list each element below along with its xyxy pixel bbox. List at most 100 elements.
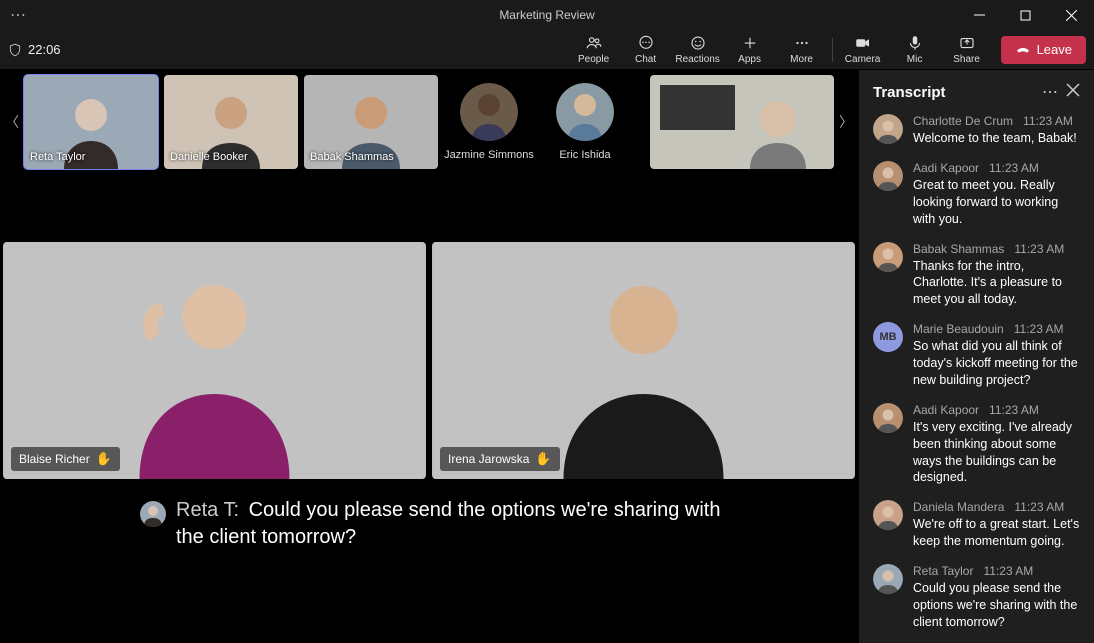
speaker-name: Daniela Mandera (913, 500, 1004, 514)
maximize-button[interactable] (1002, 0, 1048, 30)
timestamp: 11:23 AM (1014, 500, 1064, 514)
chat-icon (637, 34, 655, 52)
window-controls (956, 0, 1094, 30)
raised-hand-icon: ✋ (535, 451, 551, 467)
speaker-name: Aadi Kapoor (913, 161, 979, 175)
caption-text: Could you please send the options we're … (176, 499, 720, 548)
video-stage: 〈 Reta Taylor Danielle Booker Babak Sham… (0, 70, 858, 643)
timestamp: 11:23 AM (1023, 114, 1073, 128)
meeting-timer: 22:06 (8, 42, 61, 57)
roster-prev[interactable]: 〈 (3, 112, 21, 132)
timestamp: 11:23 AM (989, 403, 1039, 417)
avatar (873, 161, 903, 191)
share-button[interactable]: Share (941, 30, 993, 70)
participant-tag: Blaise Richer ✋ (11, 447, 120, 471)
participant-tag: Irena Jarowska ✋ (440, 447, 560, 471)
panel-close-button[interactable] (1066, 83, 1080, 102)
camera-button[interactable]: Camera (837, 30, 889, 70)
avatar (873, 500, 903, 530)
roster-mini[interactable]: Eric Ishida (540, 83, 630, 161)
main-video-tile[interactable]: Irena Jarowska ✋ (432, 242, 855, 479)
timestamp: 11:23 AM (983, 564, 1033, 578)
window-title: Marketing Review (499, 8, 594, 22)
hangup-icon (1015, 42, 1031, 58)
titlebar: ⋯ Marketing Review (0, 0, 1094, 30)
transcript-entry: Aadi Kapoor 11:23 AM Great to meet you. Re… (873, 161, 1080, 228)
participant-name: Eric Ishida (559, 149, 610, 161)
transcript-entry: Daniela Mandera 11:23 AM We're off to a gr… (873, 500, 1080, 550)
main-video-tile[interactable]: Blaise Richer ✋ (3, 242, 426, 479)
raised-hand-icon: ✋ (96, 451, 112, 467)
transcript-entry: Charlotte De Crum 11:23 AM Welcome to the … (873, 114, 1080, 147)
roster-tile[interactable]: Reta Taylor (24, 75, 158, 169)
transcript-entry: Reta Taylor 11:23 AM Could you please send… (873, 564, 1080, 631)
avatar (873, 403, 903, 433)
transcript-text: Could you please send the options we're … (913, 580, 1080, 631)
panel-title: Transcript (873, 84, 1034, 101)
participant-name: Danielle Booker (170, 151, 248, 163)
timer-value: 22:06 (28, 42, 61, 57)
roster-tile[interactable]: Babak Shammas (304, 75, 438, 169)
timestamp: 11:23 AM (1014, 322, 1064, 336)
meeting-toolbar: 22:06 People Chat Reactions Apps More Ca… (0, 30, 1094, 70)
panel-header: Transcript ⋯ (859, 70, 1094, 114)
camera-icon (854, 34, 872, 52)
live-captions: Reta T: Could you please send the option… (0, 479, 858, 569)
transcript-panel: Transcript ⋯ Charlotte De Crum 11:23 AM We… (858, 70, 1094, 643)
transcript-entries[interactable]: Charlotte De Crum 11:23 AM Welcome to the … (859, 114, 1094, 643)
timestamp: 11:23 AM (989, 161, 1039, 175)
transcript-text: We're off to a great start. Let's keep t… (913, 516, 1080, 550)
avatar (873, 564, 903, 594)
leave-button[interactable]: Leave (1001, 36, 1086, 64)
apps-button[interactable]: Apps (724, 30, 776, 70)
transcript-text: It's very exciting. I've already been th… (913, 419, 1080, 487)
share-icon (958, 34, 976, 52)
roster-mini[interactable]: Jazmine Simmons (444, 83, 534, 161)
roster-next[interactable]: 〉 (837, 112, 855, 132)
speaker-name: Charlotte De Crum (913, 114, 1013, 128)
panel-more-button[interactable]: ⋯ (1042, 82, 1058, 102)
transcript-text: Great to meet you. Really looking forwar… (913, 177, 1080, 228)
separator (832, 38, 833, 62)
mic-button[interactable]: Mic (889, 30, 941, 70)
people-icon (585, 34, 603, 52)
transcript-text: So what did you all think of today's kic… (913, 338, 1080, 389)
transcript-text: Thanks for the intro, Charlotte. It's a … (913, 258, 1080, 309)
avatar (873, 114, 903, 144)
transcript-entry: Babak Shammas 11:23 AM Thanks for the intr… (873, 242, 1080, 309)
avatar (873, 242, 903, 272)
shield-icon (8, 43, 22, 57)
participant-name: Babak Shammas (310, 151, 394, 163)
caption-avatar (140, 501, 166, 527)
speaker-name: Babak Shammas (913, 242, 1004, 256)
reactions-button[interactable]: Reactions (672, 30, 724, 70)
speaker-name: Marie Beaudouin (913, 322, 1004, 336)
chat-button[interactable]: Chat (620, 30, 672, 70)
people-button[interactable]: People (568, 30, 620, 70)
participant-name: Jazmine Simmons (444, 149, 534, 161)
main-video-grid: Blaise Richer ✋ Irena Jarowska ✋ (0, 174, 858, 479)
more-button[interactable]: More (776, 30, 828, 70)
transcript-entry: MB Marie Beaudouin 11:23 AM So what did you… (873, 322, 1080, 389)
minimize-button[interactable] (956, 0, 1002, 30)
transcript-entry: Aadi Kapoor 11:23 AM It's very exciting. I… (873, 403, 1080, 487)
speaker-name: Aadi Kapoor (913, 403, 979, 417)
plus-icon (741, 34, 759, 52)
participant-name: Irena Jarowska (448, 452, 529, 466)
meeting-content: 〈 Reta Taylor Danielle Booker Babak Sham… (0, 70, 1094, 643)
timestamp: 11:23 AM (1014, 242, 1064, 256)
roster-corner-tile[interactable] (650, 75, 834, 169)
transcript-text: Welcome to the team, Babak! (913, 130, 1080, 147)
avatar: MB (873, 322, 903, 352)
roster-tile[interactable]: Danielle Booker (164, 75, 298, 169)
reactions-icon (689, 34, 707, 52)
app-menu-icon[interactable]: ⋯ (10, 5, 26, 25)
participant-roster: 〈 Reta Taylor Danielle Booker Babak Sham… (0, 70, 858, 174)
caption-speaker: Reta T: (176, 499, 239, 521)
speaker-name: Reta Taylor (913, 564, 973, 578)
mic-icon (906, 34, 924, 52)
more-icon (793, 34, 811, 52)
participant-name: Blaise Richer (19, 452, 90, 466)
close-button[interactable] (1048, 0, 1094, 30)
participant-name: Reta Taylor (30, 151, 85, 163)
